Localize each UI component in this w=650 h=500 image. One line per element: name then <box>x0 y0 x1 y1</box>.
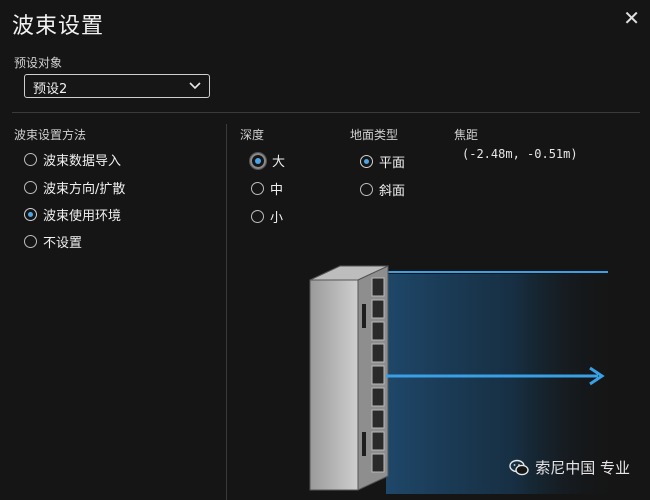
radio-label: 平面 <box>379 156 406 171</box>
speaker-side <box>309 279 359 491</box>
radio-floor-slope[interactable]: 斜面 <box>360 180 405 199</box>
radio-selected-icon <box>250 152 266 169</box>
dialog-title: 波束设置 <box>12 14 105 39</box>
method-label: 波束设置方法 <box>14 128 87 142</box>
radio-selected-icon <box>24 208 37 221</box>
radio-depth-small[interactable]: 小 <box>251 207 283 226</box>
radio-icon <box>251 210 264 223</box>
radio-label: 波束方向/扩散 <box>43 182 126 197</box>
depth-label: 深度 <box>240 128 265 142</box>
radio-icon <box>360 183 373 196</box>
focus-label: 焦距 <box>454 128 479 142</box>
divider-horizontal <box>12 112 640 113</box>
chevron-down-icon <box>189 82 201 90</box>
radio-icon <box>24 153 37 166</box>
radio-icon <box>24 235 37 248</box>
close-icon[interactable]: ✕ <box>623 6 640 30</box>
divider-vertical <box>226 124 227 500</box>
radio-method-import[interactable]: 波束数据导入 <box>24 150 121 169</box>
radio-depth-large[interactable]: 大 <box>250 151 285 170</box>
radio-label: 小 <box>270 211 284 226</box>
radio-label: 斜面 <box>379 184 406 199</box>
radio-label: 不设置 <box>43 236 83 251</box>
radio-icon <box>24 181 37 194</box>
preset-selected-value: 预设2 <box>33 82 68 97</box>
radio-method-environment[interactable]: 波束使用环境 <box>24 205 121 224</box>
radio-selected-icon <box>360 155 373 168</box>
floor-label: 地面类型 <box>350 128 399 142</box>
radio-label: 波束使用环境 <box>43 209 122 224</box>
radio-floor-flat[interactable]: 平面 <box>360 152 405 171</box>
wechat-icon <box>509 459 529 475</box>
radio-method-direction[interactable]: 波束方向/扩散 <box>24 178 125 197</box>
watermark: 索尼中国 专业 <box>509 457 630 478</box>
speaker-drivers <box>371 277 385 473</box>
preset-label: 预设对象 <box>14 56 63 70</box>
radio-method-none[interactable]: 不设置 <box>24 232 82 251</box>
focus-value: (-2.48m, -0.51m) <box>462 147 578 161</box>
radio-label: 中 <box>270 183 284 198</box>
preset-dropdown[interactable]: 预设2 <box>24 74 210 98</box>
watermark-text: 索尼中国 专业 <box>535 459 630 477</box>
radio-label: 波束数据导入 <box>43 154 122 169</box>
radio-depth-medium[interactable]: 中 <box>251 179 283 198</box>
radio-icon <box>251 182 264 195</box>
radio-label: 大 <box>272 155 286 170</box>
